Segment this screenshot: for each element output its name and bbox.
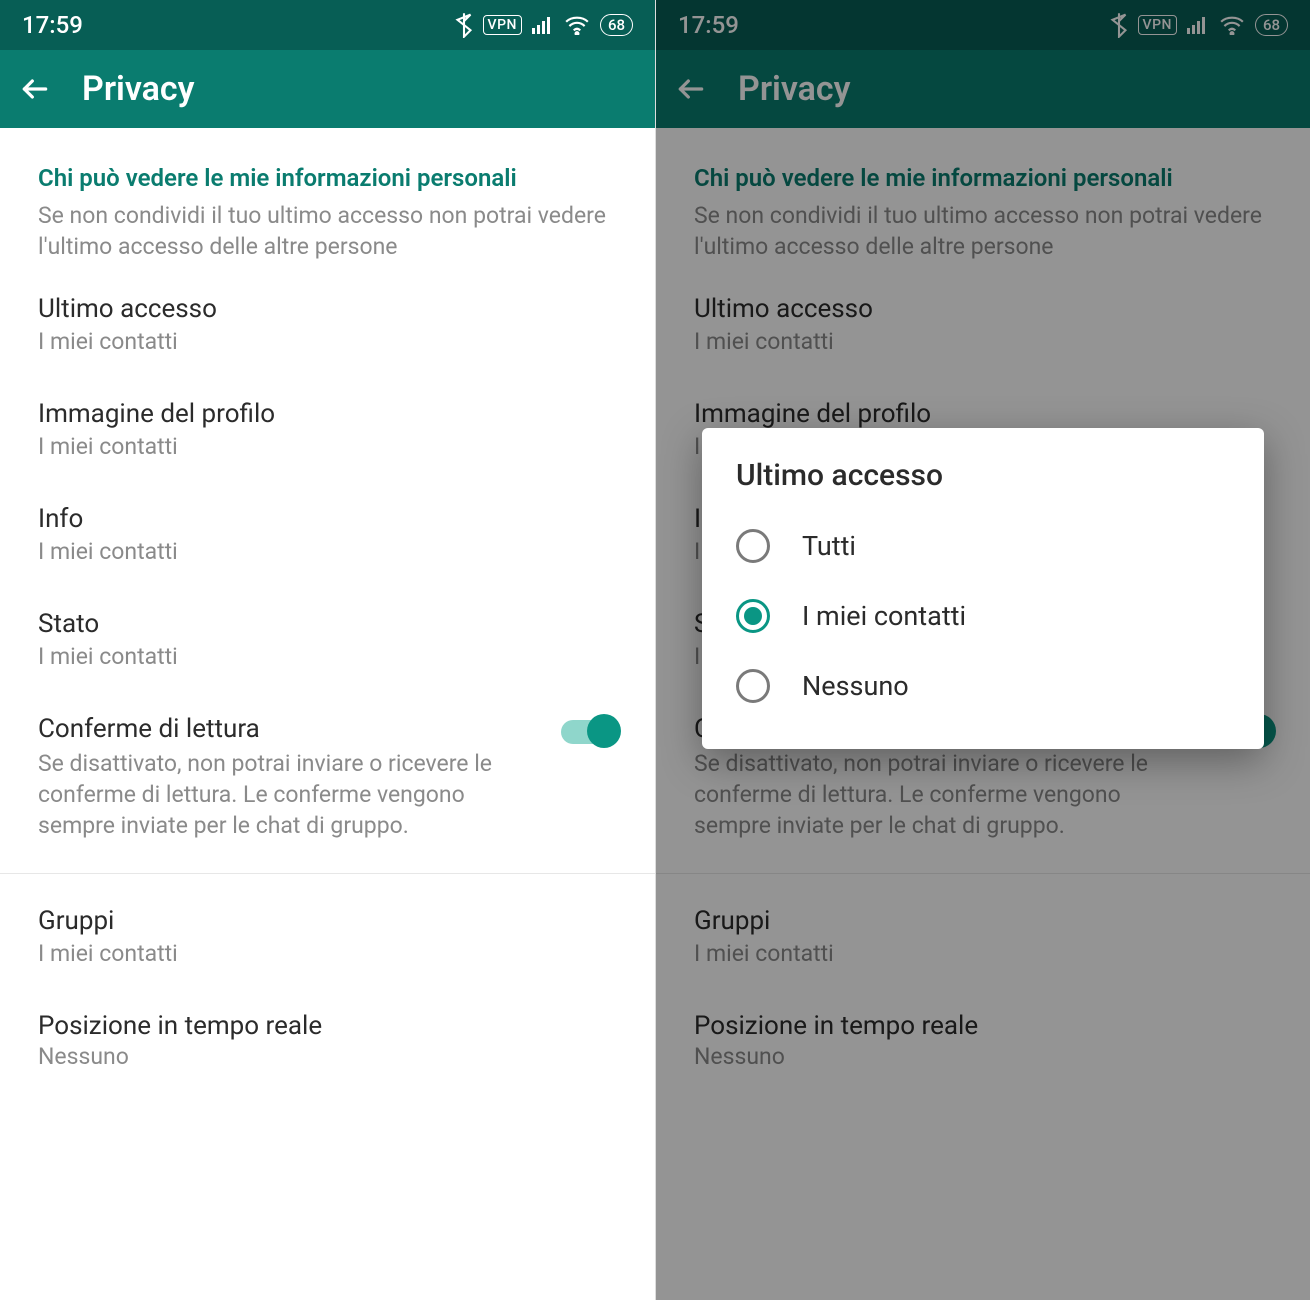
app-bar: Privacy — [0, 50, 655, 128]
item-value: I miei contatti — [38, 328, 617, 355]
status-bar: 17:59 VPN 68 — [0, 0, 655, 50]
item-title: Conferme di lettura — [38, 714, 518, 744]
item-info[interactable]: Info I miei contatti — [0, 482, 655, 587]
status-time: 17:59 — [22, 11, 83, 39]
item-title: Posizione in tempo reale — [38, 1011, 617, 1041]
radio-icon — [736, 529, 770, 563]
item-profile-pic[interactable]: Immagine del profilo I miei contatti — [0, 377, 655, 482]
status-right: VPN 68 — [455, 12, 633, 38]
signal-icon — [532, 16, 554, 34]
screenshot-right: 17:59 VPN 68 Privacy Chi può vedere le m… — [655, 0, 1310, 1300]
item-value: I miei contatti — [38, 433, 617, 460]
item-value: I miei contatti — [38, 643, 617, 670]
item-status[interactable]: Stato I miei contatti — [0, 587, 655, 692]
option-label: Tutti — [802, 530, 856, 562]
item-title: Gruppi — [38, 906, 617, 936]
item-groups[interactable]: Gruppi I miei contatti — [0, 884, 655, 989]
option-label: I miei contatti — [802, 600, 966, 632]
page-title: Privacy — [82, 69, 195, 109]
item-value: I miei contatti — [38, 940, 617, 967]
back-button[interactable] — [18, 72, 52, 106]
item-title: Immagine del profilo — [38, 399, 617, 429]
item-value-cutoff: Nessuno — [0, 1043, 655, 1070]
last-seen-dialog: Ultimo accesso Tutti I miei contatti Nes… — [702, 428, 1264, 749]
read-receipts-toggle[interactable] — [561, 720, 617, 744]
dialog-title: Ultimo accesso — [730, 458, 1236, 493]
option-my-contacts[interactable]: I miei contatti — [730, 581, 1236, 651]
item-desc: Se disattivato, non potrai inviare o ric… — [38, 748, 518, 841]
radio-icon — [736, 669, 770, 703]
option-everyone[interactable]: Tutti — [730, 511, 1236, 581]
divider — [0, 873, 655, 874]
item-read-receipts[interactable]: Conferme di lettura Se disattivato, non … — [0, 692, 655, 863]
radio-icon — [736, 599, 770, 633]
vpn-badge: VPN — [483, 15, 522, 35]
section-header: Chi può vedere le mie informazioni perso… — [0, 128, 655, 200]
wifi-icon — [564, 15, 590, 35]
settings-list[interactable]: Chi può vedere le mie informazioni perso… — [0, 128, 655, 1072]
option-label: Nessuno — [802, 670, 909, 702]
battery-badge: 68 — [600, 14, 633, 36]
section-desc: Se non condividi il tuo ultimo accesso n… — [0, 200, 655, 272]
option-nobody[interactable]: Nessuno — [730, 651, 1236, 721]
item-title: Ultimo accesso — [38, 294, 617, 324]
item-live-location[interactable]: Posizione in tempo reale — [0, 989, 655, 1041]
bluetooth-icon — [455, 12, 473, 38]
item-last-seen[interactable]: Ultimo accesso I miei contatti — [0, 272, 655, 377]
item-value: I miei contatti — [38, 538, 617, 565]
item-title: Stato — [38, 609, 617, 639]
item-title: Info — [38, 504, 617, 534]
screenshot-left: 17:59 VPN 68 Privacy Chi può vedere le m… — [0, 0, 655, 1300]
